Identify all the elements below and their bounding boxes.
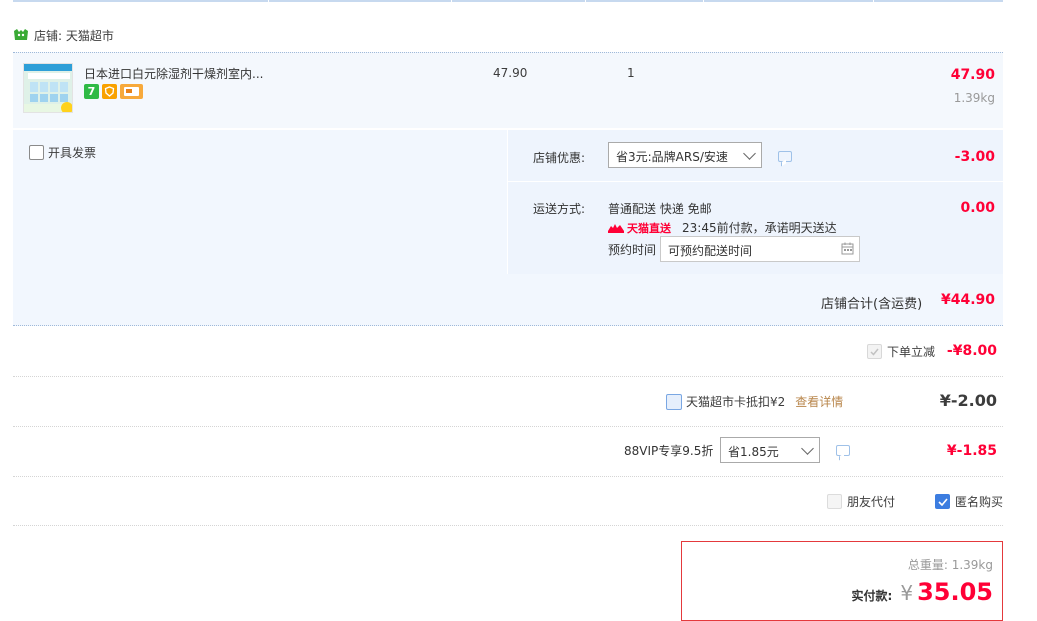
product-image [24, 64, 72, 112]
shop-discount-label: 店铺优惠: [533, 151, 586, 165]
shop-discount-value: 省3元:品牌ARS/安速 [616, 150, 728, 164]
actual-payment-label: 实付款: [851, 589, 893, 603]
appointment-time-input[interactable]: 可预约配送时间 [660, 236, 860, 262]
shipping-amount: 0.00 [960, 200, 995, 216]
appointment-placeholder: 可预约配送时间 [668, 244, 753, 258]
friend-pay-label: 朋友代付 [847, 495, 896, 509]
calendar-icon [841, 242, 854, 255]
actual-payment-amount: 35.05 [917, 578, 993, 606]
vip-discount-value: 省1.85元 [728, 445, 779, 459]
shop-discount-select[interactable]: 省3元:品牌ARS/安速 [608, 142, 762, 168]
shipping-label: 运送方式: [533, 202, 586, 216]
shop-name: 店铺: 天猫超市 [34, 28, 114, 43]
vip-discount-amount: ¥-1.85 [946, 443, 997, 459]
vip-discount-select[interactable]: 省1.85元 [720, 437, 820, 463]
invoice-label: 开具发票 [48, 146, 97, 160]
card-deduct-checkbox[interactable] [666, 393, 682, 410]
currency-symbol: ¥ [900, 581, 914, 605]
card-deduct-label: 天猫超市卡抵扣¥2 [686, 395, 786, 409]
anonymous-checkbox[interactable] [935, 494, 950, 509]
chevron-down-icon [743, 147, 756, 160]
instant-discount-checkbox [867, 344, 882, 359]
total-weight-value: 1.39kg [951, 558, 993, 572]
invoice-option[interactable]: 开具发票 [29, 144, 96, 161]
total-weight-label: 总重量: [907, 558, 948, 572]
service-badges: 7 [84, 84, 143, 99]
shop-discount-amount: -3.00 [954, 149, 995, 165]
card-deduct-option[interactable]: 天猫超市卡抵扣¥2 查看详情 [666, 393, 843, 410]
friend-pay-option[interactable]: 朋友代付 [827, 493, 895, 510]
friend-pay-checkbox[interactable] [827, 494, 842, 509]
guarantee-icon[interactable] [102, 84, 117, 99]
instant-discount: 下单立减 [867, 343, 935, 360]
tmall-direct-logo: 天猫直送 [608, 220, 671, 236]
top-border [13, 0, 1003, 2]
product-name-link[interactable]: 日本进口白元除湿剂干燥剂室内... [84, 65, 263, 82]
actual-payment: 实付款: ¥ 35.05 [852, 578, 993, 606]
check-icon [870, 348, 879, 356]
anonymous-label: 匿名购买 [955, 495, 1004, 509]
divider [13, 376, 1003, 377]
shipping-method: 普通配送 快递 免邮 [608, 202, 712, 216]
shop-header: 店铺: 天猫超市 [13, 26, 114, 44]
tmall-direct-text: 天猫直送 [627, 221, 671, 235]
unit-price: 47.90 [493, 66, 528, 80]
tmall-cat-icon [608, 223, 624, 233]
card-deduct-amount: ¥-2.00 [939, 391, 997, 410]
anonymous-option[interactable]: 匿名购买 [935, 493, 1003, 510]
tmall-supermarket-icon [14, 29, 28, 40]
shop-options-panel: 店铺优惠: 省3元:品牌ARS/安速 -3.00 运送方式: 普通配送 快递 免… [507, 130, 1003, 274]
shop-total-amount: ¥44.90 [940, 292, 995, 308]
seven-day-return-icon[interactable]: 7 [84, 84, 99, 99]
comment-icon[interactable] [836, 445, 850, 456]
delivery-promise: 天猫直送 23:45前付款，承诺明天送达 [608, 219, 837, 236]
check-icon [937, 497, 948, 506]
shop-total-label: 店铺合计(含运费) [821, 297, 923, 312]
chevron-down-icon [801, 442, 814, 455]
divider [13, 476, 1003, 477]
comment-icon[interactable] [778, 151, 792, 162]
instant-discount-label: 下单立减 [887, 345, 936, 359]
vip-label: 88VIP专享9.5折 [624, 444, 714, 458]
total-weight: 总重量: 1.39kg [908, 556, 993, 573]
instant-discount-amount: -¥8.00 [946, 343, 997, 359]
product-thumbnail[interactable] [23, 63, 73, 113]
appointment-label: 预约时间 [608, 243, 657, 257]
order-services: 开具发票 店铺优惠: 省3元:品牌ARS/安速 -3.00 运送方式: 普通配送… [13, 130, 1003, 326]
promise-text: 23:45前付款，承诺明天送达 [682, 221, 837, 235]
card-icon[interactable] [120, 84, 143, 99]
shop-total-row: 店铺合计(含运费) ¥44.90 [13, 274, 1003, 326]
divider [13, 426, 1003, 427]
cart-item-row: 日本进口白元除湿剂干燥剂室内... 7 47.90 1 47.90 1.39kg [13, 52, 1003, 128]
quantity: 1 [627, 66, 635, 80]
invoice-checkbox[interactable] [29, 145, 44, 160]
item-weight: 1.39kg [953, 91, 995, 105]
item-subtotal: 47.90 [950, 67, 995, 83]
divider [13, 525, 1003, 526]
order-summary-box: 总重量: 1.39kg 实付款: ¥ 35.05 [681, 541, 1003, 621]
view-details-link[interactable]: 查看详情 [795, 393, 843, 410]
